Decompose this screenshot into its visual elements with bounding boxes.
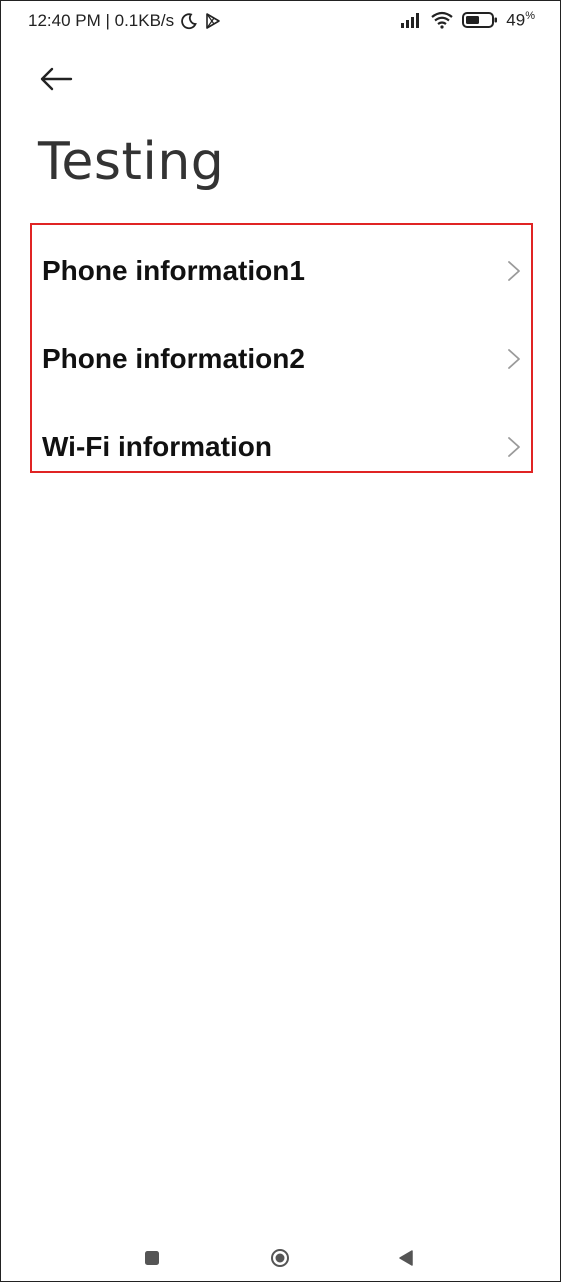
list-item-label: Phone information1 — [42, 255, 305, 286]
list-item-phone-information2[interactable]: Phone information2 — [32, 315, 531, 403]
recents-square-icon — [145, 1251, 159, 1265]
signal-icon — [400, 12, 422, 29]
list-item-label: Wi-Fi information — [42, 431, 272, 462]
list-item-wifi-information[interactable]: Wi-Fi information — [32, 403, 531, 491]
status-bar: 12:40 PM | 0.1KB/s 49% — [0, 0, 561, 44]
status-right: 49% — [400, 10, 535, 31]
chevron-right-icon — [508, 261, 520, 281]
chevron-right-icon — [508, 349, 520, 369]
moon-icon — [180, 12, 198, 30]
list-item-phone-information1[interactable]: Phone information1 — [32, 227, 531, 315]
recents-button[interactable] — [142, 1248, 162, 1268]
home-button[interactable] — [270, 1248, 290, 1268]
settings-list: Phone information1 Phone information2 Wi… — [30, 223, 533, 473]
battery-icon — [462, 11, 498, 29]
status-left: 12:40 PM | 0.1KB/s — [28, 11, 222, 31]
list-item-label: Phone information2 — [42, 343, 305, 374]
page-title: Testing — [38, 132, 225, 192]
back-arrow-icon — [40, 67, 73, 91]
status-time-speed: 12:40 PM | 0.1KB/s — [28, 11, 175, 30]
navigation-bar — [0, 1232, 561, 1282]
home-circle-icon — [271, 1249, 289, 1267]
play-store-icon — [204, 12, 222, 30]
battery-percent-unit: % — [525, 10, 535, 22]
screen-frame — [0, 0, 561, 1282]
nav-back-button[interactable] — [396, 1248, 416, 1268]
battery-percent: 49% — [506, 10, 535, 31]
wifi-icon — [430, 11, 454, 29]
battery-percent-value: 49 — [506, 10, 526, 30]
back-triangle-icon — [399, 1250, 413, 1266]
chevron-right-icon — [508, 437, 520, 457]
back-button[interactable] — [36, 62, 76, 96]
